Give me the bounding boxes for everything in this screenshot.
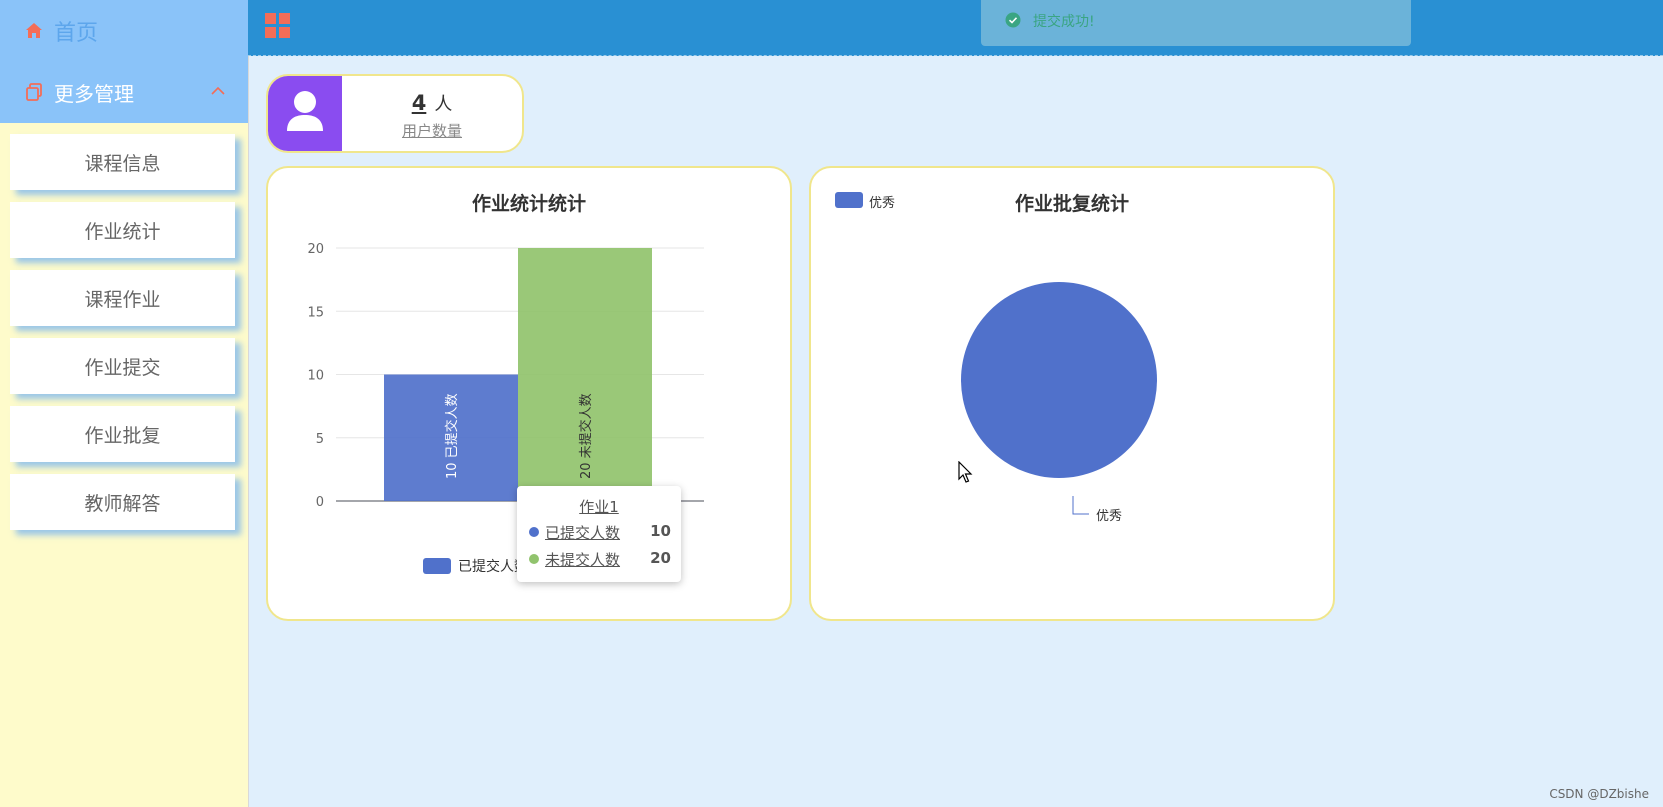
bar-data-label: 10 已提交人数 bbox=[444, 393, 460, 479]
bar-data-label: 20 未提交人数 bbox=[578, 393, 594, 479]
sidebar-item-homework-submit[interactable]: 作业提交 bbox=[10, 338, 235, 394]
legend-swatch-submitted bbox=[423, 558, 451, 574]
user-count-label: 用户数量 bbox=[401, 122, 462, 140]
homework-reply-card: 作业批复统计 优秀 优秀 bbox=[809, 166, 1335, 621]
tooltip-title: 作业1 bbox=[579, 498, 619, 516]
nav-more-management[interactable]: 更多管理 bbox=[0, 61, 248, 123]
tooltip-dot-submitted bbox=[529, 527, 539, 537]
user-count-unit: 人 bbox=[434, 94, 453, 115]
y-tick-label: 0 bbox=[316, 495, 324, 510]
tooltip-value-unsubmitted: 20 bbox=[650, 549, 671, 567]
sidebar-item-course-info[interactable]: 课程信息 bbox=[10, 134, 235, 190]
user-icon-box bbox=[268, 76, 342, 151]
copy-icon bbox=[26, 83, 42, 101]
sidebar-item-course-homework[interactable]: 课程作业 bbox=[10, 270, 235, 326]
tooltip-row-submitted: 已提交人数 10 bbox=[529, 522, 671, 542]
top-header: 提交成功! bbox=[248, 0, 1663, 56]
toast-message: 提交成功! bbox=[1033, 14, 1095, 30]
tooltip-name-unsubmitted: 未提交人数 bbox=[545, 551, 621, 569]
tooltip-dot-unsubmitted bbox=[529, 554, 539, 564]
sidebar: 首页 更多管理 课程信息 作业统计 课程作业 作业提交 作业批复 教师解答 bbox=[0, 0, 249, 807]
grid-icon[interactable] bbox=[265, 13, 291, 39]
y-tick-label: 15 bbox=[307, 305, 324, 320]
sidebar-item-teacher-answer[interactable]: 教师解答 bbox=[10, 474, 235, 530]
tooltip-row-unsubmitted: 未提交人数 20 bbox=[529, 549, 671, 569]
y-tick-label: 5 bbox=[316, 432, 324, 447]
nav-home-label: 首页 bbox=[54, 20, 99, 46]
sidebar-item-homework-reply[interactable]: 作业批复 bbox=[10, 406, 235, 462]
chevron-up-icon bbox=[211, 86, 225, 95]
user-count-card: 4人 用户数量 bbox=[266, 74, 524, 153]
homework-stats-card: 作业统计统计 0 5 10 15 20 10 已提交人数 20 未提交人数 已提交人数 作… bbox=[266, 166, 792, 621]
pie-slice bbox=[961, 282, 1157, 478]
pie-chart bbox=[961, 282, 1157, 515]
home-icon bbox=[26, 22, 42, 38]
pie-label-line bbox=[1072, 496, 1089, 515]
tooltip-name-submitted: 已提交人数 bbox=[545, 524, 621, 542]
tooltip-value-submitted: 10 bbox=[650, 522, 671, 540]
check-circle-icon bbox=[1005, 12, 1021, 28]
success-toast: 提交成功! bbox=[981, 0, 1411, 46]
y-tick-label: 20 bbox=[307, 242, 324, 257]
pie-slice-label: 优秀 bbox=[1096, 509, 1123, 524]
nav-more-label: 更多管理 bbox=[54, 81, 134, 106]
user-count-value: 4人 bbox=[342, 90, 522, 116]
watermark: CSDN @DZbishe bbox=[1549, 787, 1649, 801]
sidebar-item-homework-stats[interactable]: 作业统计 bbox=[10, 202, 235, 258]
mouse-cursor-icon bbox=[958, 461, 973, 483]
user-count-number: 4 bbox=[411, 91, 427, 115]
y-tick-label: 10 bbox=[307, 369, 324, 384]
chart-tooltip: 作业1 已提交人数 10 未提交人数 20 bbox=[517, 486, 681, 582]
nav-home[interactable]: 首页 bbox=[0, 0, 248, 61]
user-icon bbox=[287, 91, 323, 131]
